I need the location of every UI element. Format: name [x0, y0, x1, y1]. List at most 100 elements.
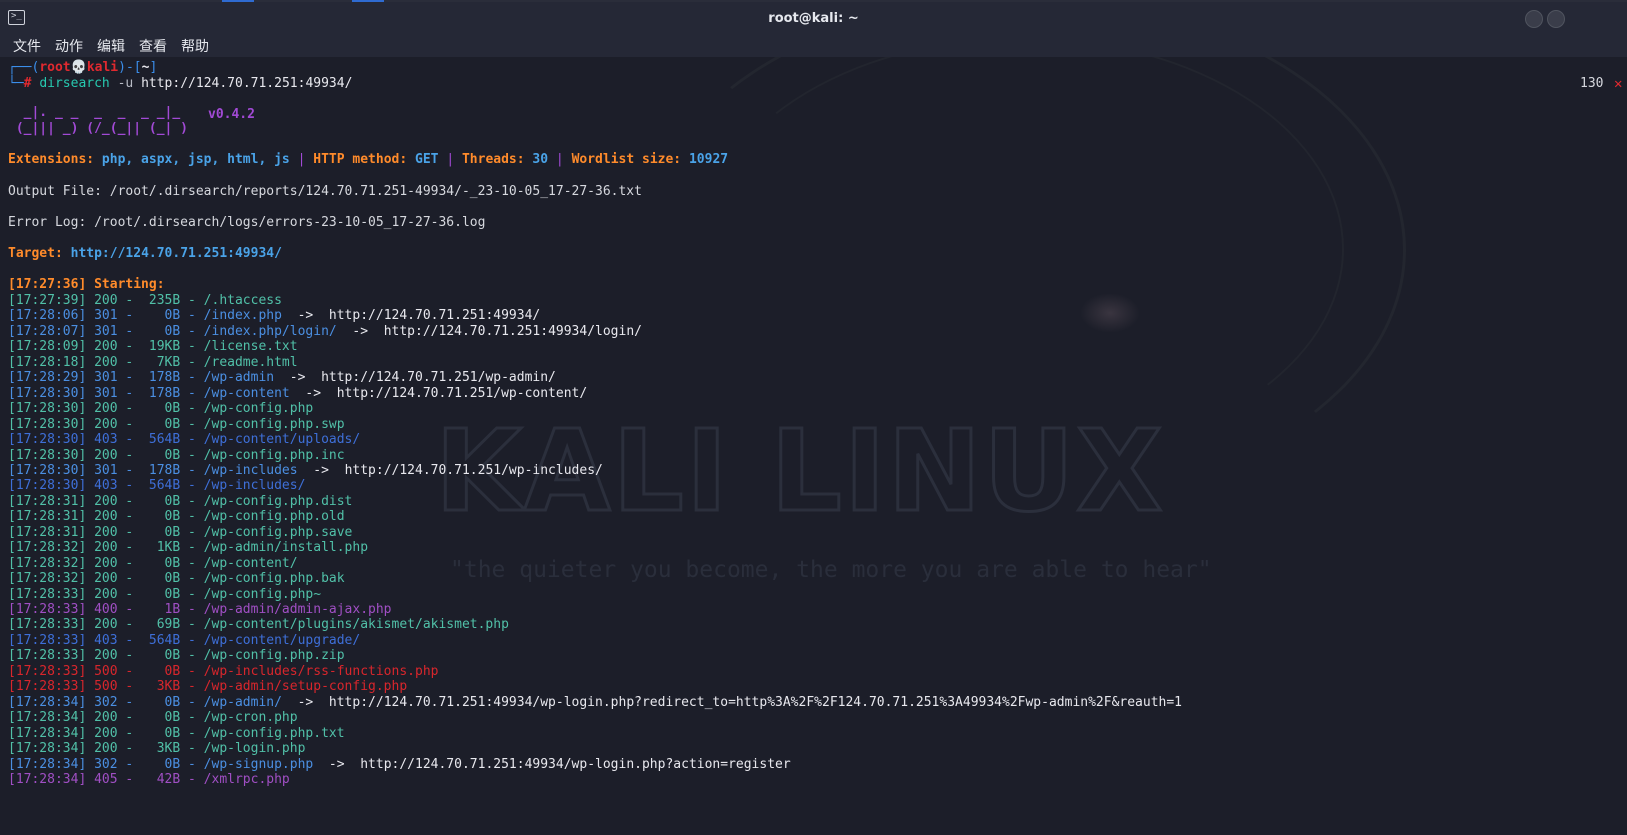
redirect-arrow: ->	[274, 370, 322, 386]
config-line: Extensions: php, aspx, jsp, html, js | H…	[8, 152, 729, 167]
result-row: [17:27:39] 200 - 235B - /.htaccess	[8, 293, 282, 309]
result-row: [17:28:30] 403 - 564B - /wp-content/uplo…	[8, 432, 360, 448]
result-row: [17:28:33] 500 - 0B - /wp-includes/rss-f…	[8, 664, 438, 680]
redirect-url: http://124.70.71.251:49934/login/	[383, 323, 642, 339]
result-entry: [17:28:33] 200 - 0B - /wp-config.php~	[8, 586, 322, 602]
result-row: [17:28:32] 200 - 0B - /wp-config.php.bak	[8, 571, 345, 587]
result-row: [17:28:33] 200 - 0B - /wp-config.php.zip	[8, 648, 345, 664]
menu-help[interactable]: 帮助	[181, 36, 209, 56]
redirect-url: http://124.70.71.251:49934/	[328, 308, 541, 324]
redirect-arrow: ->	[336, 323, 384, 339]
result-row: [17:28:34] 200 - 3KB - /wp-login.php	[8, 741, 305, 757]
result-row: [17:28:29] 301 - 178B - /wp-admin -> htt…	[8, 370, 556, 386]
result-row: [17:28:32] 200 - 1KB - /wp-admin/install…	[8, 540, 368, 556]
result-row: [17:28:30] 200 - 0B - /wp-config.php.inc	[8, 448, 345, 464]
terminal-window: >_ root@kali: ~ 文件 动作 编辑 查看 帮助 KALI LINU…	[0, 0, 1627, 835]
result-entry: [17:28:33] 400 - 1B - /wp-admin/admin-aj…	[8, 602, 392, 617]
result-row: [17:28:33] 400 - 1B - /wp-admin/admin-aj…	[8, 602, 392, 618]
result-entry: [17:28:30] 200 - 0B - /wp-config.php	[8, 401, 314, 417]
result-entry: [17:28:31] 200 - 0B - /wp-config.php.dis…	[8, 493, 353, 509]
result-entry: [17:28:09] 200 - 19KB - /license.txt	[8, 339, 298, 355]
error-cross-icon: ✕	[1614, 76, 1623, 92]
result-entry: [17:27:39] 200 - 235B - /.htaccess	[8, 293, 282, 308]
result-entry: [17:28:33] 403 - 564B - /wp-content/upgr…	[8, 632, 361, 648]
redirect-arrow: ->	[281, 308, 329, 324]
result-entry: [17:28:30] 301 - 178B - /wp-includes	[8, 462, 298, 478]
result-entry: [17:28:34] 200 - 3KB - /wp-login.php	[8, 741, 306, 757]
result-row: [17:28:33] 200 - 69B - /wp-content/plugi…	[8, 617, 509, 633]
result-row: [17:28:32] 200 - 0B - /wp-content/	[8, 556, 298, 572]
title-bar: >_ root@kali: ~	[0, 2, 1627, 34]
result-entry: [17:28:32] 200 - 0B - /wp-config.php.bak	[8, 571, 345, 587]
result-row: [17:28:31] 200 - 0B - /wp-config.php.sav…	[8, 525, 352, 541]
redirect-arrow: ->	[289, 385, 337, 401]
result-row: [17:28:09] 200 - 19KB - /license.txt	[8, 339, 298, 355]
result-entry: [17:28:29] 301 - 178B - /wp-admin	[8, 370, 275, 386]
result-entry: [17:28:31] 200 - 0B - /wp-config.php.old	[8, 509, 345, 525]
result-row: [17:28:30] 301 - 178B - /wp-content -> h…	[8, 386, 587, 402]
result-row: [17:28:31] 200 - 0B - /wp-config.php.dis…	[8, 494, 352, 510]
result-entry: [17:28:30] 301 - 178B - /wp-content	[8, 385, 290, 401]
watermark-quote: "the quieter you become, the more you ar…	[450, 557, 1212, 583]
result-row: [17:28:18] 200 - 7KB - /readme.html	[8, 355, 298, 371]
redirect-url: http://124.70.71.251/wp-content/	[336, 385, 588, 401]
result-entry: [17:28:07] 301 - 0B - /index.php/login/	[8, 323, 337, 339]
result-entry: [17:28:33] 200 - 69B - /wp-content/plugi…	[8, 617, 509, 633]
result-row: [17:28:34] 302 - 0B - /wp-signup.php -> …	[8, 757, 791, 773]
result-entry: [17:28:34] 405 - 42B - /xmlrpc.php	[8, 771, 290, 787]
redirect-arrow: ->	[297, 462, 345, 478]
exit-code: 130	[1580, 76, 1604, 91]
redirect-url: http://124.70.71.251:49934/wp-login.php?…	[360, 756, 791, 772]
minimize-button[interactable]	[1525, 10, 1543, 28]
menu-view[interactable]: 查看	[139, 36, 167, 56]
result-row: [17:28:30] 403 - 564B - /wp-includes/	[8, 478, 305, 494]
result-entry: [17:28:33] 500 - 0B - /wp-includes/rss-f…	[8, 663, 439, 679]
result-row: [17:28:07] 301 - 0B - /index.php/login/ …	[8, 324, 642, 340]
result-entry: [17:28:18] 200 - 7KB - /readme.html	[8, 354, 298, 370]
redirect-url: http://124.70.71.251/wp-admin/	[321, 370, 556, 386]
terminal-area[interactable]: KALI LINUX "the quieter you become, the …	[0, 57, 1627, 835]
result-row: [17:28:34] 302 - 0B - /wp-admin/ -> http…	[8, 695, 1182, 711]
menu-bar: 文件 动作 编辑 查看 帮助	[0, 34, 1627, 57]
result-entry: [17:28:31] 200 - 0B - /wp-config.php.sav…	[8, 524, 353, 540]
maximize-button[interactable]	[1547, 10, 1565, 28]
result-row: [17:28:34] 405 - 42B - /xmlrpc.php	[8, 772, 290, 788]
redirect-arrow: ->	[313, 756, 361, 772]
watermark-glow	[1080, 293, 1140, 333]
menu-edit[interactable]: 编辑	[97, 36, 125, 56]
result-entry: [17:28:32] 200 - 1KB - /wp-admin/install…	[8, 540, 369, 556]
result-entry: [17:28:30] 200 - 0B - /wp-config.php.swp	[8, 416, 345, 432]
result-entry: [17:28:30] 200 - 0B - /wp-config.php.inc	[8, 447, 345, 463]
result-entry: [17:28:34] 302 - 0B - /wp-signup.php	[8, 756, 314, 772]
redirect-url: http://124.70.71.251:49934/wp-login.php?…	[328, 694, 1183, 710]
result-row: [17:28:34] 200 - 0B - /wp-cron.php	[8, 710, 298, 726]
result-entry: [17:28:34] 302 - 0B - /wp-admin/	[8, 694, 282, 710]
starting-line: [17:27:36] Starting:	[8, 277, 165, 292]
result-row: [17:28:06] 301 - 0B - /index.php -> http…	[8, 308, 540, 324]
result-row: [17:28:33] 200 - 0B - /wp-config.php~	[8, 587, 321, 603]
result-entry: [17:28:34] 200 - 0B - /wp-cron.php	[8, 710, 298, 726]
output-file-line: Output File: /root/.dirsearch/reports/12…	[8, 184, 642, 199]
banner-line-1: _|. _ _ _ _ _ _|_	[8, 105, 181, 120]
menu-action[interactable]: 动作	[55, 36, 83, 56]
result-row: [17:28:30] 200 - 0B - /wp-config.php.swp	[8, 417, 345, 433]
banner-line-2: (_||| _) (/_(_|| (_| )	[8, 121, 189, 136]
result-entry: [17:28:32] 200 - 0B - /wp-content/	[8, 555, 298, 571]
result-entry: [17:28:33] 500 - 3KB - /wp-admin/setup-c…	[8, 679, 408, 695]
command-line: └─# dirsearch -u http://124.70.71.251:49…	[8, 76, 353, 91]
window-title: root@kali: ~	[768, 11, 859, 26]
result-row: [17:28:34] 200 - 0B - /wp-config.php.txt	[8, 726, 345, 742]
result-row: [17:28:33] 500 - 3KB - /wp-admin/setup-c…	[8, 679, 407, 695]
result-entry: [17:28:06] 301 - 0B - /index.php	[8, 308, 282, 324]
result-row: [17:28:30] 301 - 178B - /wp-includes -> …	[8, 463, 603, 479]
menu-file[interactable]: 文件	[13, 36, 41, 56]
version-label: v0.4.2	[208, 107, 255, 122]
error-log-line: Error Log: /root/.dirsearch/logs/errors-…	[8, 215, 486, 230]
dragon-watermark-inner	[700, 57, 1344, 461]
redirect-arrow: ->	[281, 694, 329, 710]
result-entry: [17:28:33] 200 - 0B - /wp-config.php.zip	[8, 648, 345, 664]
prompt-line-1: ┌──(root💀kali)-[~]	[8, 60, 158, 75]
redirect-url: http://124.70.71.251/wp-includes/	[344, 462, 603, 478]
result-entry: [17:28:30] 403 - 564B - /wp-includes/	[8, 478, 306, 494]
result-entry: [17:28:34] 200 - 0B - /wp-config.php.txt	[8, 725, 345, 741]
